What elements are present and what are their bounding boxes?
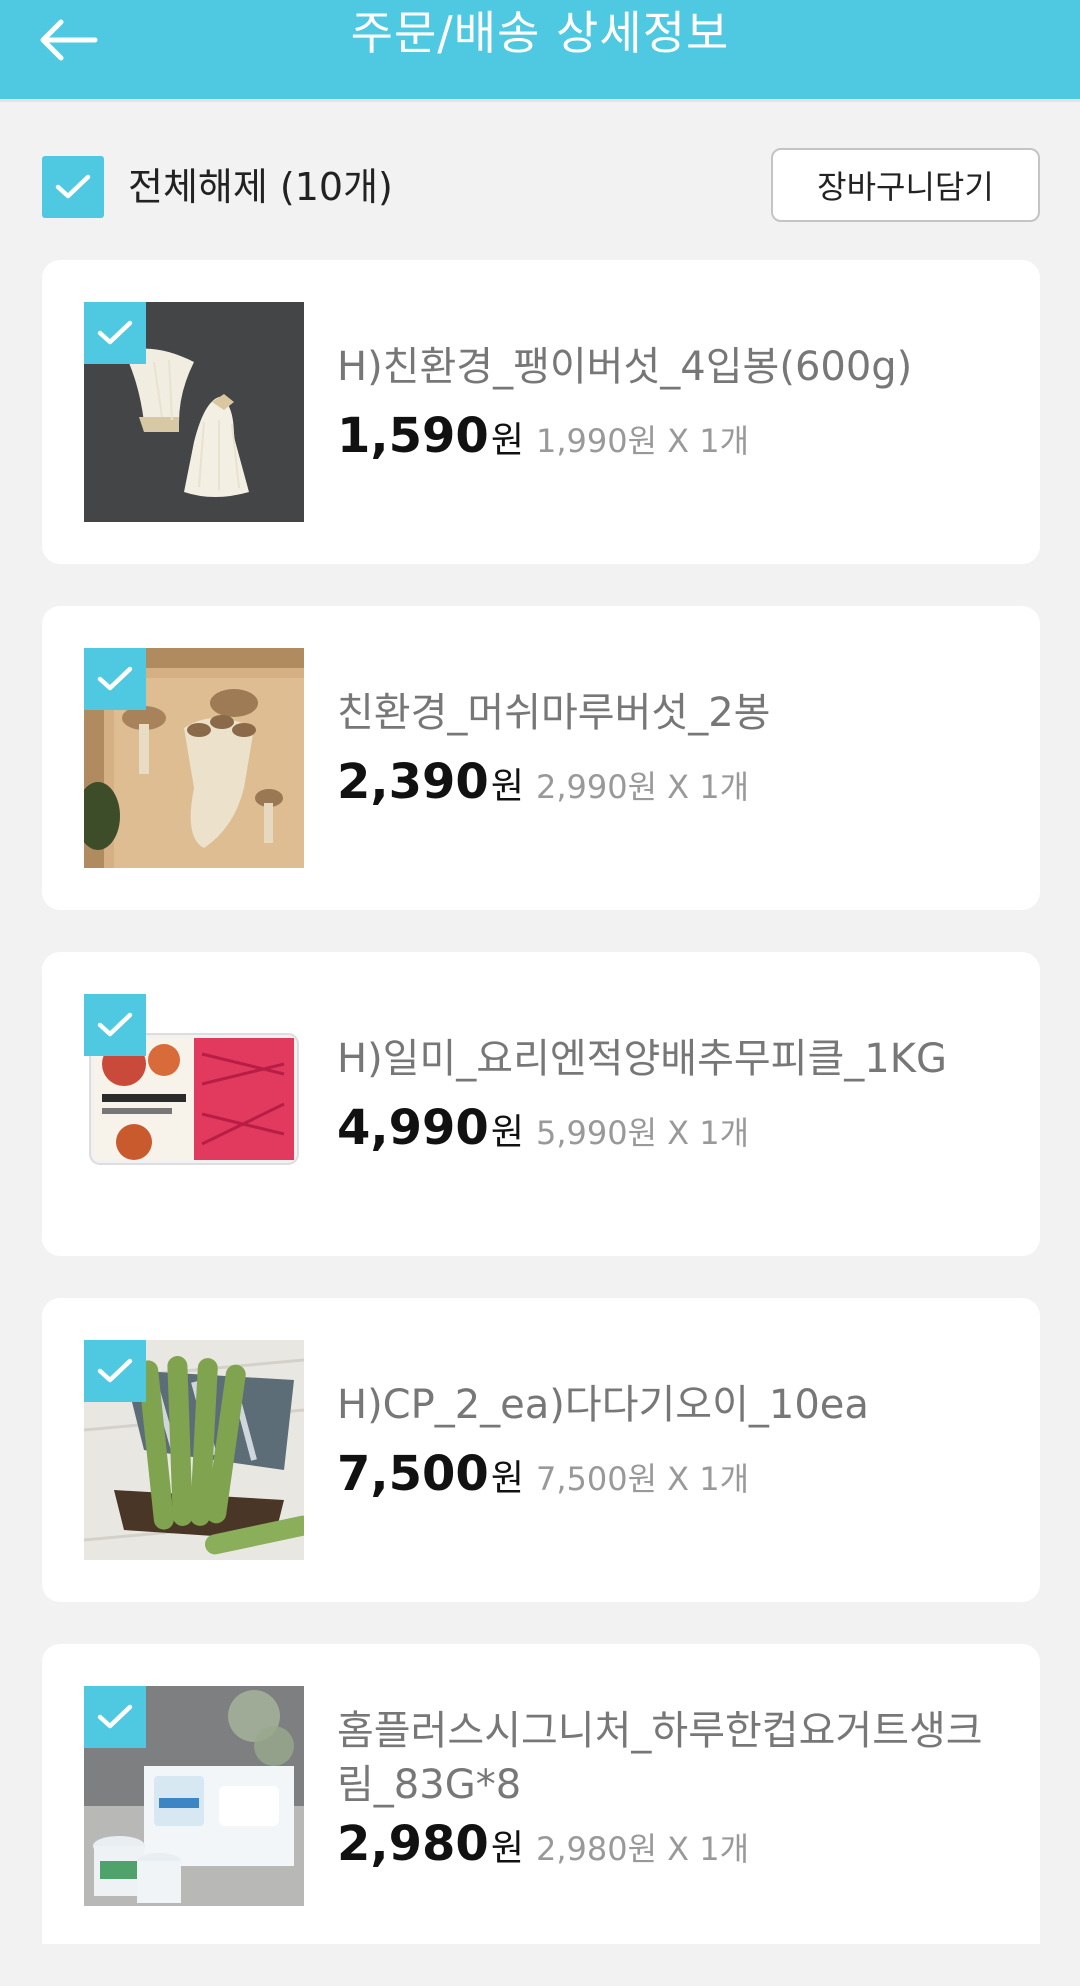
order-item[interactable]: 홈플러스시그니처_하루한컵요거트생크림_83G*8 2,980 원 2,980원… [42,1644,1040,1944]
checkmark-icon [97,666,133,691]
order-item[interactable]: H)일미_요리엔적양배추무피클_1KG 4,990 원 5,990원 X 1개 [42,952,1040,1256]
currency-unit: 원 [490,1828,524,1869]
product-name: H)친환경_팽이버섯_4입봉(600g) [337,344,913,390]
product-image[interactable] [84,1340,304,1560]
app-header: 주문/배송 상세정보 [0,0,1080,102]
product-name: 홈플러스시그니처_하루한컵요거트생크림_83G*8 [337,1708,983,1808]
add-to-cart-button[interactable]: 장바구니담기 [771,148,1040,222]
product-image[interactable] [84,302,304,522]
price-row: 4,990 원 5,990원 X 1개 [337,1100,749,1160]
price-row: 1,590 원 1,990원 X 1개 [337,408,749,468]
sale-price: 4,990 [337,1100,489,1156]
select-bar: 전체해제 (10개) 장바구니담기 [0,148,1080,224]
price-row: 2,390 원 2,990원 X 1개 [337,754,749,814]
product-name: H)CP_2_ea)다다기오이_10ea [337,1382,869,1428]
original-price-quantity: 1,990원 X 1개 [535,422,750,460]
product-image[interactable] [84,994,304,1214]
item-checkbox[interactable] [84,1686,146,1748]
checkmark-icon [97,1012,133,1037]
item-checkbox[interactable] [84,994,146,1056]
item-checkbox[interactable] [84,1340,146,1402]
sale-price: 2,980 [337,1816,489,1872]
select-all-label[interactable]: 전체해제 (10개) [128,156,393,218]
checkmark-icon [97,1704,133,1729]
checkmark-icon [97,1358,133,1383]
page-title: 주문/배송 상세정보 [350,6,730,60]
checkmark-icon [97,320,133,345]
currency-unit: 원 [490,420,524,461]
product-image[interactable] [84,648,304,868]
product-name: 친환경_머쉬마루버섯_2봉 [337,690,771,736]
price-row: 7,500 원 7,500원 X 1개 [337,1446,749,1506]
currency-unit: 원 [490,1112,524,1153]
original-price-quantity: 7,500원 X 1개 [535,1460,750,1498]
sale-price: 1,590 [337,408,489,464]
order-item-list: H)친환경_팽이버섯_4입봉(600g) 1,590 원 1,990원 X 1개 [42,260,1040,1986]
currency-unit: 원 [490,766,524,807]
product-name: H)일미_요리엔적양배추무피클_1KG [337,1036,947,1082]
original-price-quantity: 2,990원 X 1개 [535,768,750,806]
order-item[interactable]: 친환경_머쉬마루버섯_2봉 2,390 원 2,990원 X 1개 [42,606,1040,910]
sale-price: 7,500 [337,1446,489,1502]
item-checkbox[interactable] [84,648,146,710]
price-row: 2,980 원 2,980원 X 1개 [337,1816,749,1876]
order-item[interactable]: H)친환경_팽이버섯_4입봉(600g) 1,590 원 1,990원 X 1개 [42,260,1040,564]
checkmark-icon [55,174,91,199]
order-item[interactable]: H)CP_2_ea)다다기오이_10ea 7,500 원 7,500원 X 1개 [42,1298,1040,1602]
currency-unit: 원 [490,1458,524,1499]
original-price-quantity: 5,990원 X 1개 [535,1114,750,1152]
sale-price: 2,390 [337,754,489,810]
select-all-checkbox[interactable] [42,156,104,218]
item-checkbox[interactable] [84,302,146,364]
product-image[interactable] [84,1686,304,1906]
original-price-quantity: 2,980원 X 1개 [535,1830,750,1868]
